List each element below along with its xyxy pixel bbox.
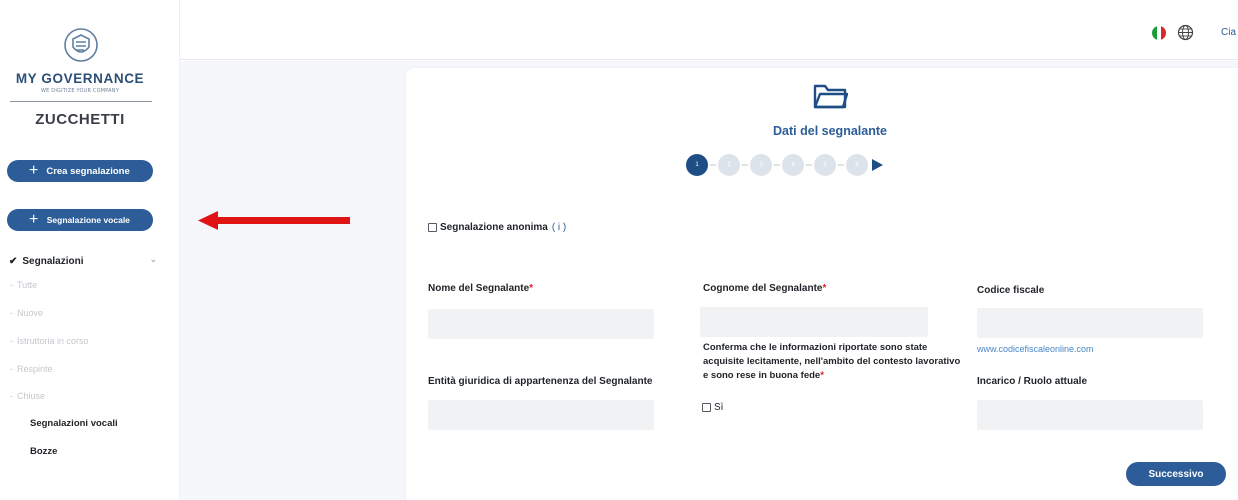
top-bar [180, 0, 1238, 60]
sidebar-item-drafts[interactable]: Bozze [30, 446, 57, 457]
tax-code-link[interactable]: www.codicefiscaleonline.com [977, 344, 1094, 354]
step-title: Dati del segnalante [773, 124, 887, 138]
create-report-button[interactable]: + Crea segnalazione [7, 160, 153, 182]
checkmark-icon: ✔ [9, 255, 18, 267]
anonymous-report-option[interactable]: Segnalazione anonima ( i ) [428, 222, 566, 233]
shield-logo-icon [64, 28, 98, 62]
plus-icon: + [29, 211, 39, 228]
user-greeting[interactable]: Cia [1221, 27, 1236, 38]
step-2[interactable]: 2 [718, 154, 740, 176]
anonymous-checkbox[interactable] [428, 223, 437, 232]
last-name-label: Cognome del Segnalante* [703, 283, 827, 294]
tax-code-input[interactable] [977, 308, 1203, 338]
create-report-label: Crea segnalazione [46, 165, 130, 177]
confirm-checkbox[interactable] [702, 403, 711, 412]
voice-report-label: Segnalazione vocale [46, 215, 130, 225]
step-4[interactable]: 4 [782, 154, 804, 176]
sidebar-item-label: Chiuse [17, 391, 46, 401]
folder-icon [813, 84, 848, 109]
anonymous-label: Segnalazione anonima [440, 222, 548, 233]
first-name-input[interactable] [428, 309, 654, 339]
sidebar-item-label: Nuove [17, 308, 44, 318]
brand-divider [10, 101, 152, 102]
step-5[interactable]: 5 [814, 154, 836, 176]
step-1[interactable]: 1 [686, 154, 708, 176]
italian-flag-icon[interactable] [1152, 26, 1166, 40]
globe-icon[interactable] [1177, 24, 1194, 41]
role-label: Incarico / Ruolo attuale [977, 376, 1088, 387]
step-3[interactable]: 3 [750, 154, 772, 176]
sidebar-item-tutte[interactable]: - Tutte [10, 280, 37, 290]
info-icon[interactable]: ( i ) [552, 222, 566, 233]
confirm-yes-option[interactable]: Sì [702, 402, 723, 413]
next-button[interactable]: Successivo [1126, 462, 1226, 486]
stepper: 1 2 3 4 5 6 [686, 154, 883, 176]
next-step-play-icon[interactable] [872, 159, 883, 171]
brand-tagline: WE DIGITIZE YOUR COMPANY [41, 88, 119, 94]
role-input[interactable] [977, 400, 1203, 430]
sidebar-item-label: Tutte [17, 280, 38, 290]
brand-name: MY GOVERNANCE [15, 71, 145, 86]
plus-icon: + [29, 162, 39, 179]
app-root: MY GOVERNANCE WE DIGITIZE YOUR COMPANY Z… [0, 0, 1238, 500]
sidebar-section-label: Segnalazioni [22, 255, 84, 267]
sidebar-item-nuove[interactable]: - Nuove [10, 308, 43, 318]
first-name-label: Nome del Segnalante* [428, 283, 534, 294]
sidebar-item-label: Istruttoria in corso [17, 336, 89, 346]
tax-code-label: Codice fiscale [977, 285, 1045, 296]
sidebar-section-segnalazioni[interactable]: ✔ Segnalazioni ⌄ [9, 252, 159, 270]
sidebar: MY GOVERNANCE WE DIGITIZE YOUR COMPANY Z… [0, 0, 180, 500]
sidebar-item-voice-reports[interactable]: Segnalazioni vocali [30, 418, 118, 429]
step-6[interactable]: 6 [846, 154, 868, 176]
sidebar-item-label: Respinte [17, 364, 53, 374]
confirm-good-faith-text: Conferma che le informazioni riportate s… [703, 342, 961, 381]
last-name-input[interactable] [700, 307, 928, 337]
voice-report-button[interactable]: + Segnalazione vocale [7, 209, 153, 231]
annotation-arrow-icon [198, 211, 350, 230]
sidebar-item-respinte[interactable]: - Respinte [10, 364, 53, 374]
sidebar-item-chiuse[interactable]: - Chiuse [10, 391, 45, 401]
legal-entity-label: Entità giuridica di appartenenza del Seg… [428, 376, 653, 387]
chevron-down-icon: ⌄ [149, 254, 157, 264]
company-name: ZUCCHETTI [35, 111, 125, 128]
confirm-yes-label: Sì [714, 402, 724, 413]
sidebar-item-istruttoria[interactable]: - Istruttoria in corso [10, 336, 89, 346]
legal-entity-select[interactable] [428, 400, 654, 430]
